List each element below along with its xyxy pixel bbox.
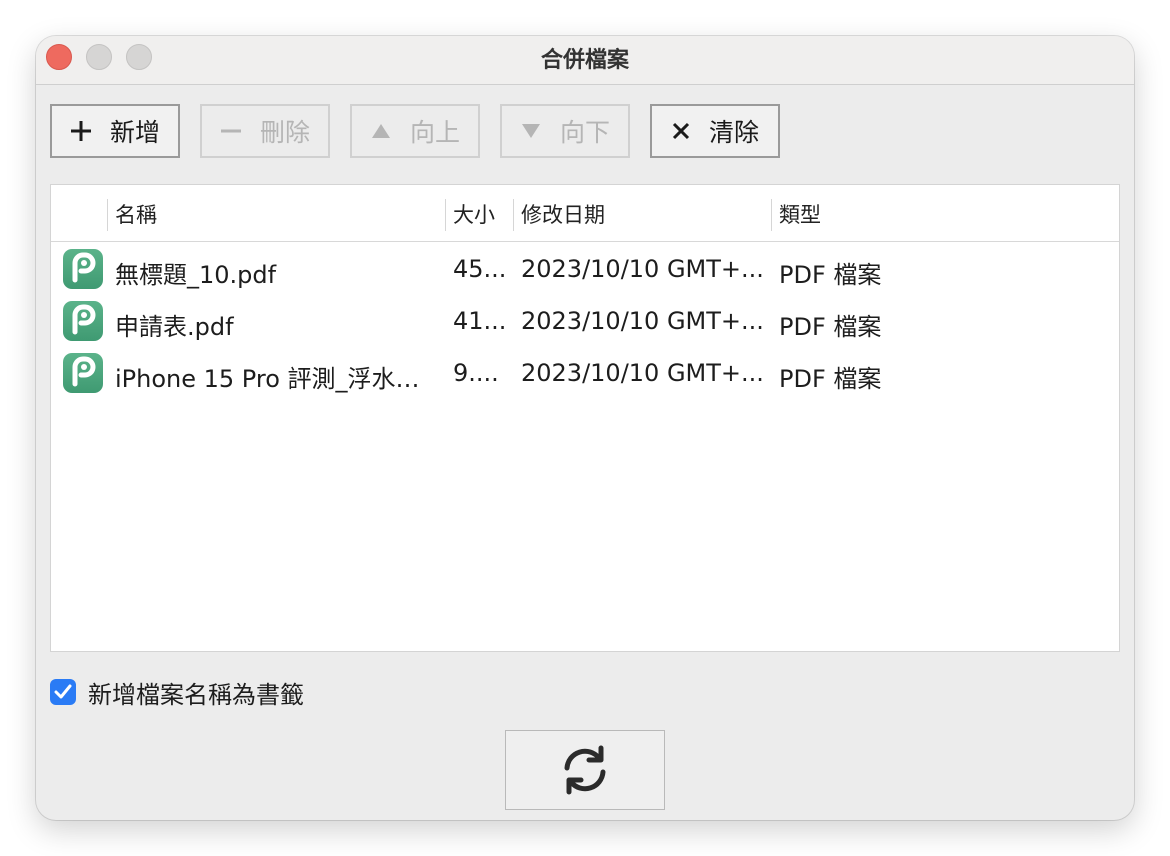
refresh-arrows-icon [564,745,606,795]
file-date: 2023/10/10 GMT+... [521,307,764,335]
column-separator [513,199,514,231]
pdf-app-icon [63,353,103,393]
file-type: PDF 檔案 [779,313,882,341]
table-row[interactable]: 無標題_10.pdf 45... 2023/10/10 GMT+... PDF … [51,243,1119,295]
merge-button[interactable] [505,730,665,810]
delete-button[interactable]: 刪除 [200,104,330,158]
clear-button-label: 清除 [708,118,759,147]
file-size: 41... [453,307,507,335]
column-header-name[interactable]: 名稱 [115,199,157,229]
file-name: 申請表.pdf [115,313,234,341]
x-icon [671,121,691,141]
file-name: iPhone 15 Pro 評測_浮水… [115,365,420,393]
file-list-table[interactable]: 名稱 大小 修改日期 類型 無標題_10.pdf 45... 2023/10/1… [50,184,1120,652]
file-type: PDF 檔案 [779,365,882,393]
column-separator [107,199,108,231]
triangle-up-icon [370,121,392,141]
file-name: 無標題_10.pdf [115,261,277,289]
window-title: 合併檔案 [540,48,629,73]
move-down-button[interactable]: 向下 [500,104,630,158]
titlebar: 合併檔案 [36,36,1134,85]
column-separator [445,199,446,231]
file-date: 2023/10/10 GMT+... [521,359,764,387]
clear-button[interactable]: 清除 [650,104,780,158]
plus-icon [70,120,92,142]
file-date: 2023/10/10 GMT+... [521,255,764,283]
column-header-date[interactable]: 修改日期 [521,199,605,229]
pdf-app-icon [63,301,103,341]
file-size: 9.... [453,359,499,387]
column-separator [771,199,772,231]
checkmark-icon [54,684,72,699]
column-header-size[interactable]: 大小 [453,199,495,229]
move-down-button-label: 向下 [559,118,610,147]
table-row[interactable]: 申請表.pdf 41... 2023/10/10 GMT+... PDF 檔案 [51,295,1119,347]
bookmark-checkbox[interactable] [50,679,76,705]
minus-icon [220,120,242,142]
file-type: PDF 檔案 [779,261,882,289]
delete-button-label: 刪除 [259,118,310,147]
bookmark-option[interactable]: 新增檔案名稱為書籤 [50,676,304,709]
bookmark-checkbox-label: 新增檔案名稱為書籤 [88,680,304,709]
file-size: 45... [453,255,507,283]
add-button-label: 新增 [109,118,160,147]
move-up-button-label: 向上 [409,118,460,147]
move-up-button[interactable]: 向上 [350,104,480,158]
add-button[interactable]: 新增 [50,104,180,158]
triangle-down-icon [520,121,542,141]
column-header-type[interactable]: 類型 [779,199,821,229]
table-header: 名稱 大小 修改日期 類型 [51,185,1119,242]
pdf-app-icon [63,249,103,289]
table-row[interactable]: iPhone 15 Pro 評測_浮水… 9.... 2023/10/10 GM… [51,347,1119,399]
merge-files-window: 合併檔案 新增 刪除 向上 向下 清除 名稱 大小 修改日期 類型 無標題_10… [36,36,1134,820]
